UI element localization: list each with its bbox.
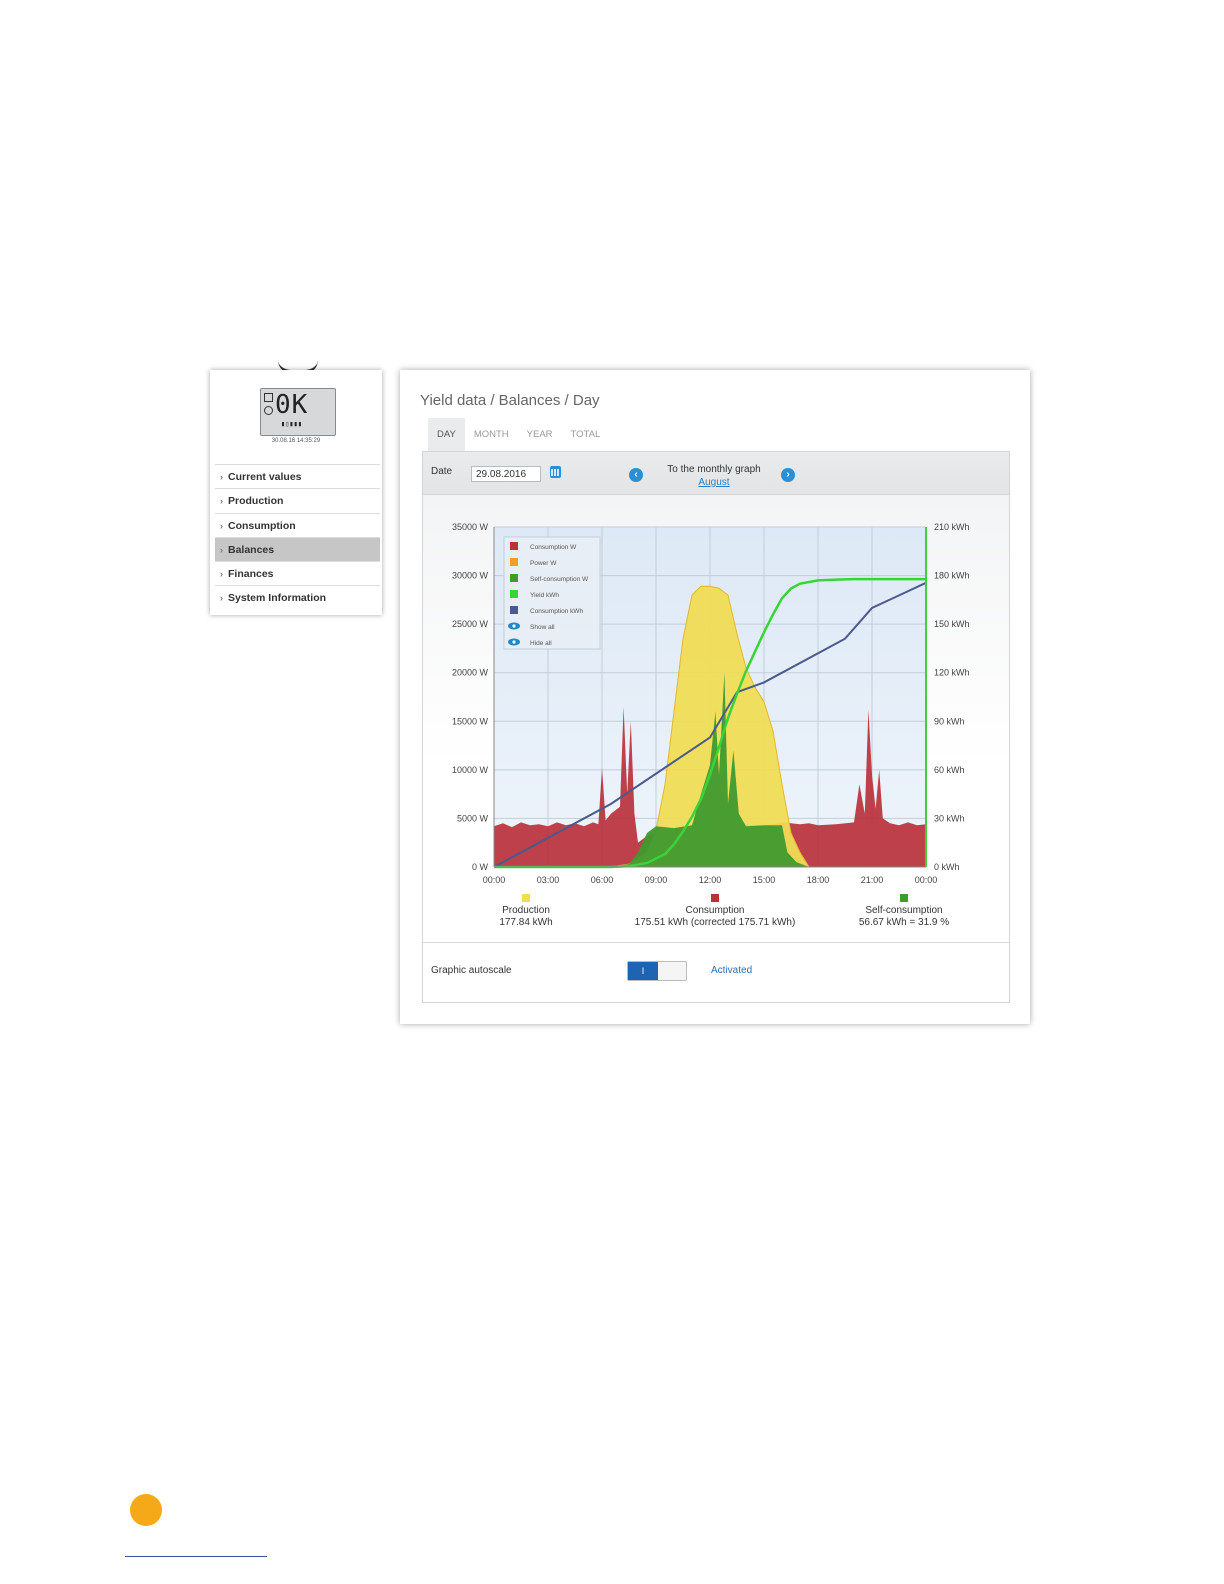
previous-day-button[interactable]: ‹	[629, 468, 643, 482]
legend-swatch	[510, 590, 518, 598]
y-left-tick-label: 5000 W	[457, 813, 489, 823]
autoscale-toggle[interactable]: I	[627, 961, 687, 981]
tab-bar: DAY MONTH YEAR TOTAL	[428, 418, 609, 451]
sidebar-item-label: Balances	[228, 543, 275, 556]
calendar-icon[interactable]	[550, 466, 561, 478]
sidebar-item-label: Current values	[228, 471, 302, 483]
sidebar-item-label: System Information	[228, 592, 327, 605]
eye-pupil-icon	[512, 624, 516, 628]
y-right-tick-label: 60 kWh	[934, 765, 965, 775]
y-left-tick-label: 10000 W	[452, 765, 489, 775]
chart-area: 0 W 5000 W 10000 W 15000 W 20000 W 25000 W 300…	[423, 495, 1009, 941]
y-right-tick-label: 30 kWh	[934, 813, 965, 823]
page-title: Yield data / Balances / Day	[420, 392, 600, 409]
chevron-right-icon: ›	[220, 569, 223, 580]
y-right-tick-label: 90 kWh	[934, 716, 965, 726]
tab-month[interactable]: MONTH	[465, 418, 518, 451]
date-toolbar: Date 29.08.2016 ‹ To the monthly graph A…	[423, 452, 1009, 495]
x-tick-label: 12:00	[699, 875, 722, 885]
y-left-tick-label: 20000 W	[452, 668, 489, 678]
y-right-tick-label: 0 kWh	[934, 862, 960, 872]
sidebar-item-current-values[interactable]: › Current values	[215, 464, 380, 488]
main-panel: Yield data / Balances / Day DAY MONTH YE…	[400, 370, 1030, 1024]
sidebar: 0K ▮▯▮▮▮ 30.08.16 14:35:29 › Current valu…	[210, 370, 382, 615]
total-label: Consumption	[686, 905, 745, 916]
x-tick-label: 15:00	[753, 875, 776, 885]
date-label: Date	[431, 466, 453, 477]
total-value: 56.67 kWh = 31.9 %	[859, 917, 949, 928]
chevron-right-icon: ›	[220, 496, 223, 507]
footer-rule	[125, 1556, 267, 1557]
legend-swatch	[510, 574, 518, 582]
sidebar-item-finances[interactable]: › Finances	[215, 561, 380, 585]
legend-item-label[interactable]: Show all	[530, 624, 555, 631]
legend-item-label: Self-consumption W	[530, 576, 589, 583]
balance-chart: 0 W 5000 W 10000 W 15000 W 20000 W 25000 W 300…	[452, 522, 970, 928]
total-color-swatch	[900, 894, 908, 902]
x-tick-label: 18:00	[807, 875, 830, 885]
device-timestamp: 30.08.16 14:35:29	[271, 438, 321, 444]
battery-icon: ▮▯▮▮▮	[281, 420, 303, 428]
x-tick-label: 00:00	[915, 875, 938, 885]
total-color-swatch	[711, 894, 719, 902]
device-display-text: 0K	[275, 390, 309, 420]
date-input[interactable]: 29.08.2016	[471, 466, 541, 482]
total-label: Self-consumption	[865, 905, 942, 916]
y-left-tick-label: 35000 W	[452, 522, 489, 532]
sidebar-item-label: Consumption	[228, 519, 296, 532]
sidebar-item-consumption[interactable]: › Consumption	[215, 512, 380, 537]
chevron-right-icon: ›	[220, 593, 223, 604]
legend-swatch	[510, 558, 518, 566]
chevron-right-icon: ›	[220, 472, 223, 482]
chevron-right-icon: ›	[220, 544, 223, 555]
sidebar-menu: › Current values › Production › Consumption…	[215, 464, 380, 610]
monthly-graph-link[interactable]: August	[659, 477, 769, 488]
monthly-graph-text: To the monthly graph	[667, 464, 761, 475]
legend-item-label: Consumption W	[530, 544, 577, 551]
y-right-tick-label: 150 kWh	[934, 619, 970, 629]
x-tick-label: 09:00	[645, 875, 668, 885]
sidebar-item-label: Finances	[228, 568, 274, 581]
device-display: 0K ▮▯▮▮▮	[260, 388, 336, 436]
page-marker-dot	[130, 1494, 162, 1526]
x-tick-label: 06:00	[591, 875, 614, 885]
autoscale-row: Graphic autoscale I Activated	[423, 942, 1009, 1003]
sidebar-item-production[interactable]: › Production	[215, 488, 380, 512]
chevron-right-icon: ›	[220, 520, 223, 531]
eye-pupil-icon	[512, 640, 516, 644]
x-tick-label: 21:00	[861, 875, 884, 885]
display-status-icon	[264, 393, 273, 402]
legend-item-label: Power W	[530, 560, 557, 567]
tab-day[interactable]: DAY	[428, 418, 465, 451]
legend-swatch	[510, 542, 518, 550]
y-left-tick-label: 0 W	[472, 862, 489, 872]
total-value: 175.51 kWh (corrected 175.71 kWh)	[635, 917, 796, 928]
y-right-tick-label: 180 kWh	[934, 571, 970, 581]
y-right-tick-label: 120 kWh	[934, 668, 970, 678]
toggle-on-indicator: I	[628, 962, 658, 980]
legend-item-label[interactable]: Hide all	[530, 640, 552, 647]
sidebar-item-balances[interactable]: › Balances	[215, 536, 380, 562]
total-label: Production	[502, 905, 550, 916]
y-right-tick-label: 210 kWh	[934, 522, 970, 532]
total-color-swatch	[522, 894, 530, 902]
legend-item-label: Consumption kWh	[530, 608, 583, 615]
x-tick-label: 03:00	[537, 875, 560, 885]
content-box: Date 29.08.2016 ‹ To the monthly graph A…	[422, 451, 1010, 1003]
autoscale-status: Activated	[711, 965, 753, 976]
legend-item-label: Yield kWh	[530, 592, 559, 599]
total-value: 177.84 kWh	[499, 917, 552, 928]
y-left-tick-label: 30000 W	[452, 571, 489, 581]
x-tick-label: 00:00	[483, 875, 506, 885]
autoscale-label: Graphic autoscale	[431, 965, 512, 976]
y-left-tick-label: 15000 W	[452, 716, 489, 726]
sidebar-item-label: Production	[228, 495, 284, 508]
tab-total[interactable]: TOTAL	[562, 418, 610, 451]
sidebar-item-system-information[interactable]: › System Information	[215, 585, 380, 609]
globe-icon	[264, 406, 273, 415]
y-left-tick-label: 25000 W	[452, 619, 489, 629]
tab-year[interactable]: YEAR	[518, 418, 562, 451]
legend-swatch	[510, 606, 518, 614]
next-day-button[interactable]: ›	[781, 468, 795, 482]
